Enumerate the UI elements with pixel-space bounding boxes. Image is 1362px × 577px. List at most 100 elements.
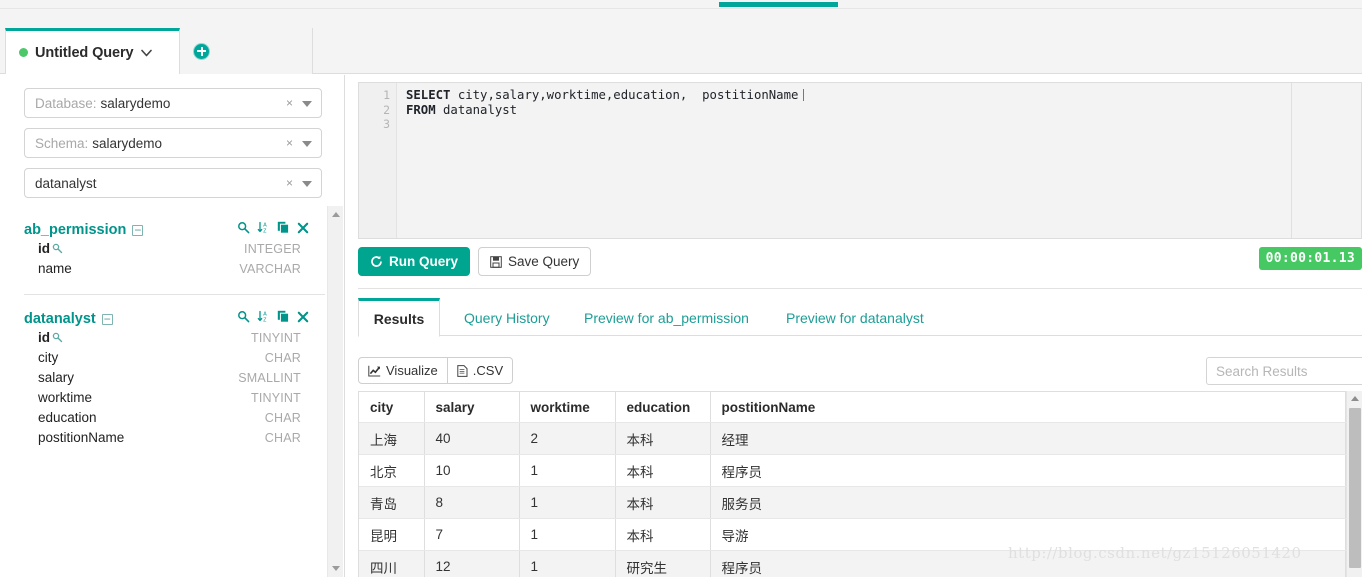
schema-column-row[interactable]: postitionName CHAR — [24, 429, 325, 449]
sql-line2-rest: datanalyst — [435, 102, 518, 117]
schema-column-row[interactable]: salary SMALLINT — [24, 369, 325, 389]
sql-editor[interactable]: 123 SELECT city,salary,worktime,educatio… — [358, 82, 1362, 239]
schema-column-type: TINYINT — [250, 331, 301, 345]
collapse-icon[interactable]: − — [101, 313, 113, 325]
sort-alpha-icon[interactable]: AZ — [257, 310, 270, 323]
clear-icon[interactable]: × — [286, 137, 293, 149]
schema-table-name: ab_permission — [24, 222, 127, 238]
schema-column-type: TINYINT — [250, 391, 301, 405]
scrollbar-thumb[interactable] — [1349, 408, 1361, 568]
search-icon[interactable] — [237, 310, 250, 323]
schema-table-header[interactable]: datanalyst − AZ — [24, 309, 325, 329]
sort-alpha-icon[interactable]: AZ — [257, 221, 270, 234]
save-query-button[interactable]: Save Query — [478, 247, 592, 276]
editor-code-area[interactable]: SELECT city,salary,worktime,education, p… — [398, 83, 1361, 238]
schema-column-row[interactable]: worktime TINYINT — [24, 389, 325, 409]
search-results-box[interactable] — [1206, 357, 1362, 385]
add-query-tab-button[interactable] — [180, 28, 313, 74]
chevron-down-icon[interactable] — [302, 181, 312, 187]
schema-column-type: CHAR — [264, 351, 301, 365]
chevron-down-icon[interactable] — [140, 47, 152, 59]
schema-column-name: id — [38, 241, 63, 256]
results-scrollbar[interactable] — [1346, 391, 1362, 577]
col-header-salary[interactable]: salary — [424, 391, 520, 423]
table-row[interactable]: 上海 40 2 本科 经理 — [359, 422, 1346, 455]
schema-column-name: education — [38, 410, 97, 425]
chevron-down-icon[interactable] — [302, 141, 312, 147]
schema-column-row[interactable]: id INTEGER — [24, 240, 325, 260]
cell-education: 本科 — [615, 422, 711, 455]
tab-strip: Untitled Query — [0, 9, 1362, 74]
cell-postitionName: 导游 — [710, 518, 1346, 551]
scroll-up-icon[interactable] — [1351, 396, 1359, 401]
search-results-input[interactable] — [1207, 358, 1362, 384]
cell-worktime: 1 — [519, 518, 616, 551]
scroll-up-icon[interactable] — [332, 212, 340, 217]
file-icon — [457, 364, 468, 377]
tab-preview-datanalyst[interactable]: Preview for datanalyst — [772, 298, 938, 337]
tab-query-history[interactable]: Query History — [450, 298, 564, 337]
clear-icon[interactable]: × — [286, 177, 293, 189]
col-header-city[interactable]: city — [359, 391, 425, 423]
sidebar-scrollbar[interactable] — [327, 206, 343, 577]
close-icon[interactable] — [297, 311, 309, 323]
results-table-wrapper[interactable]: city salary worktime education postition… — [358, 391, 1362, 577]
cell-worktime: 1 — [519, 486, 616, 519]
tab-preview-ab_permission[interactable]: Preview for ab_permission — [570, 298, 763, 337]
table-select[interactable]: datanalyst × — [24, 168, 322, 198]
schema-table-actions: AZ — [237, 221, 309, 234]
editor-line-numbers: 123 — [359, 83, 397, 238]
tab-results[interactable]: Results — [358, 298, 440, 337]
schema-column-name: city — [38, 350, 59, 365]
cell-worktime: 1 — [519, 550, 616, 577]
copy-icon[interactable] — [277, 221, 290, 234]
cell-postitionName: 程序员 — [710, 550, 1346, 577]
sql-keyword-from: FROM — [406, 102, 436, 117]
sql-keyword-select: SELECT — [406, 88, 451, 102]
svg-text:Z: Z — [263, 318, 266, 323]
table-row[interactable]: 四川 12 1 研究生 程序员 — [359, 550, 1346, 577]
schema-tree-scroll: ab_permission − AZ id INTEGER name VARCH… — [0, 206, 325, 577]
svg-text:Z: Z — [263, 229, 266, 234]
result-tabs: Results Query History Preview for ab_per… — [358, 298, 1362, 337]
csv-export-button[interactable]: .CSV — [447, 357, 514, 384]
close-icon[interactable] — [297, 222, 309, 234]
schema-select[interactable]: Schema: salarydemo × — [24, 128, 322, 158]
schema-column-row[interactable]: name VARCHAR — [24, 260, 325, 280]
cell-salary: 40 — [424, 422, 520, 455]
run-query-label: Run Query — [389, 254, 459, 269]
visualize-button[interactable]: Visualize — [358, 357, 448, 384]
table-row[interactable]: 昆明 7 1 本科 导游 — [359, 518, 1346, 551]
run-query-button[interactable]: Run Query — [358, 247, 471, 276]
database-select[interactable]: Database: salarydemo × — [24, 88, 322, 118]
schema-column-row[interactable]: education CHAR — [24, 409, 325, 429]
cell-education: 本科 — [615, 518, 711, 551]
chevron-down-icon[interactable] — [302, 101, 312, 107]
schema-sidebar: Database: salarydemo × Schema: salarydem… — [0, 75, 345, 577]
collapse-icon[interactable]: − — [132, 224, 144, 236]
col-header-postitionName[interactable]: postitionName — [710, 391, 1346, 423]
query-action-buttons: Run Query Save Query — [358, 247, 592, 276]
schema-table-header[interactable]: ab_permission − AZ — [24, 220, 325, 240]
table-row[interactable]: 青岛 8 1 本科 服务员 — [359, 486, 1346, 519]
table-select-value: datanalyst — [35, 175, 97, 191]
schema-column-row[interactable]: id TINYINT — [24, 329, 325, 349]
schema-column-type: VARCHAR — [239, 262, 301, 276]
schema-column-row[interactable]: city CHAR — [24, 349, 325, 369]
col-header-worktime[interactable]: worktime — [519, 391, 616, 423]
schema-table-name: datanalyst — [24, 311, 96, 327]
table-row[interactable]: 北京 10 1 本科 程序员 — [359, 454, 1346, 487]
schema-column-type: CHAR — [264, 411, 301, 425]
cell-salary: 7 — [424, 518, 520, 551]
divider — [358, 288, 1362, 289]
results-table: city salary worktime education postition… — [359, 391, 1346, 577]
clear-icon[interactable]: × — [286, 97, 293, 109]
window-top-strip — [0, 0, 1362, 9]
cell-salary: 10 — [424, 454, 520, 487]
copy-icon[interactable] — [277, 310, 290, 323]
search-icon[interactable] — [237, 221, 250, 234]
scroll-down-icon[interactable] — [332, 566, 340, 571]
col-header-education[interactable]: education — [615, 391, 711, 423]
tab-untitled-query[interactable]: Untitled Query — [5, 28, 180, 74]
schema-table-actions: AZ — [237, 310, 309, 323]
